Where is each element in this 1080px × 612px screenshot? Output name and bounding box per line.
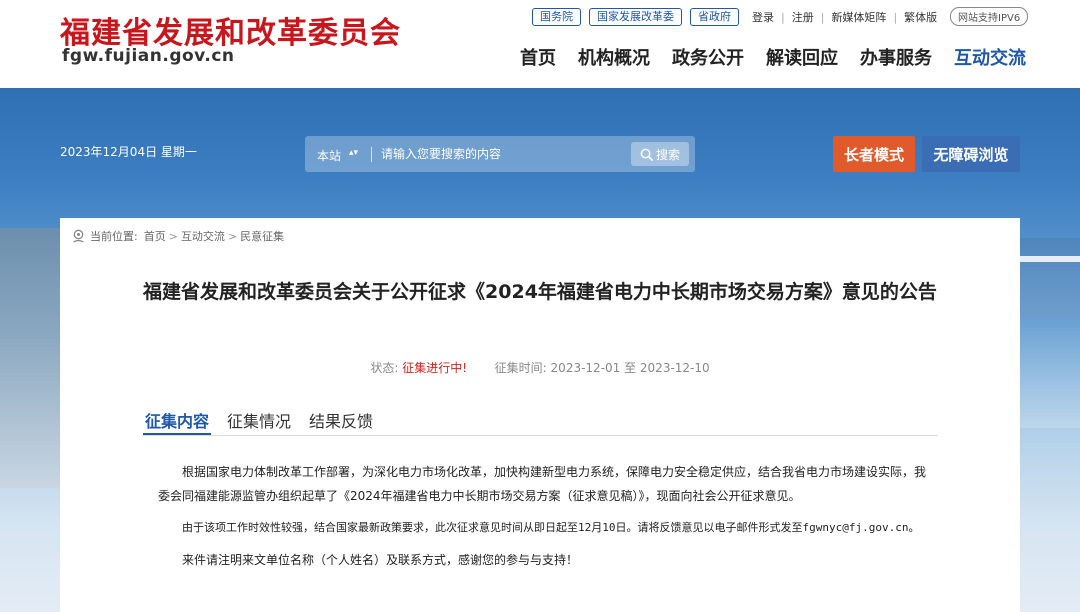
breadcrumb-separator: > <box>168 229 178 243</box>
article-title: 福建省发展和改革委员会关于公开征求《2024年福建省电力中长期市场交易方案》意见… <box>143 281 937 303</box>
nav-item-home[interactable]: 首页 <box>520 44 556 70</box>
article-body: 根据国家电力体制改革工作部署，为深化电力市场化改革，加快构建新型电力系统，保障电… <box>158 460 928 580</box>
search-button[interactable]: 搜索 <box>631 142 689 166</box>
article-meta: 状态: 征集进行中! 征集时间: 2023-12-01 至 2023-12-10 <box>60 359 1020 376</box>
time-label: 征集时间: <box>494 361 547 375</box>
location-pin-icon <box>73 229 84 243</box>
status-label: 状态: <box>370 361 399 375</box>
search-scope-select[interactable]: 本站 <box>317 147 341 164</box>
external-link-state-council[interactable]: 国务院 <box>532 8 581 26</box>
breadcrumb-separator: > <box>227 229 238 243</box>
site-domain: fgw.fujian.gov.cn <box>62 46 235 66</box>
breadcrumb-home[interactable]: 首页 <box>144 228 166 244</box>
divider: | <box>781 10 785 24</box>
banner-port-image <box>0 228 60 488</box>
paragraph: 来件请注明来文单位名称（个人姓名）及联系方式，感谢您的参与与支持！ <box>182 553 579 567</box>
external-link-provincial-gov[interactable]: 省政府 <box>690 8 739 26</box>
divider: | <box>893 10 898 24</box>
top-links: 登录 | 注册 | 新媒体矩阵 | 繁体版 <box>752 9 937 25</box>
new-media-link[interactable]: 新媒体矩阵 <box>831 9 886 25</box>
content-panel: 当前位置: 首页 > 互动交流 > 民意征集 福建省发展和改革委员会关于公开征求… <box>60 218 1020 612</box>
nav-item-interpretation[interactable]: 解读回应 <box>766 44 838 70</box>
register-link[interactable]: 注册 <box>792 9 814 25</box>
paragraph: 根据国家电力体制改革工作部署，为深化电力市场化改革，加快构建新型电力系统，保障电… <box>158 465 927 503</box>
banner-coast-image <box>1020 238 1080 318</box>
breadcrumb-prefix: 当前位置: <box>90 230 138 243</box>
time-range: 2023-12-01 至 2023-12-10 <box>550 361 710 375</box>
chevron-updown-icon[interactable]: ▴▾ <box>349 148 358 158</box>
nav-item-services[interactable]: 办事服务 <box>860 44 932 70</box>
status-badge: 征集进行中! <box>402 361 468 375</box>
external-link-ndrc[interactable]: 国家发展改革委 <box>589 8 682 26</box>
paragraph: 由于该项工作时效性较强，结合国家最新政策要求，此次征求意见时间从即日起至12月1… <box>182 521 920 534</box>
search-button-label: 搜索 <box>655 147 680 162</box>
current-date: 2023年12月04日 星期一 <box>60 145 197 159</box>
banner-bridge-image <box>1020 256 1080 262</box>
tab-collection-content[interactable]: 征集内容 <box>143 404 212 435</box>
traditional-chinese-link[interactable]: 繁体版 <box>904 9 937 25</box>
divider: | <box>820 10 825 24</box>
search-input[interactable] <box>375 142 625 166</box>
site-header: 福建省发展和改革委员会 fgw.fujian.gov.cn 国务院 国家发展改革… <box>0 0 1080 88</box>
search-bar: 本站 ▴▾ 搜索 <box>305 136 695 172</box>
content-tabs: 征集内容 征集情况 结果反馈 <box>143 404 938 436</box>
ipv6-badge: 网站支持IPV6 <box>950 7 1029 26</box>
divider <box>371 147 372 162</box>
tab-collection-status[interactable]: 征集情况 <box>225 404 293 435</box>
breadcrumb-interaction[interactable]: 互动交流 <box>181 228 225 244</box>
nav-item-about[interactable]: 机构概况 <box>578 44 650 70</box>
main-nav: 首页 机构概况 政务公开 解读回应 办事服务 互动交流 <box>520 44 1026 70</box>
breadcrumb-opinion-collection[interactable]: 民意征集 <box>240 228 284 244</box>
elder-mode-button[interactable]: 长者模式 <box>833 136 915 172</box>
nav-item-gov-info[interactable]: 政务公开 <box>672 44 744 70</box>
external-links: 国务院 国家发展改革委 省政府 <box>532 8 739 26</box>
accessibility-button[interactable]: 无障碍浏览 <box>922 136 1020 172</box>
login-link[interactable]: 登录 <box>752 9 774 25</box>
search-icon <box>640 148 653 161</box>
nav-item-interaction[interactable]: 互动交流 <box>954 44 1026 70</box>
tab-result-feedback[interactable]: 结果反馈 <box>307 404 375 435</box>
breadcrumb: 当前位置: 首页 > 互动交流 > 民意征集 <box>72 228 284 244</box>
